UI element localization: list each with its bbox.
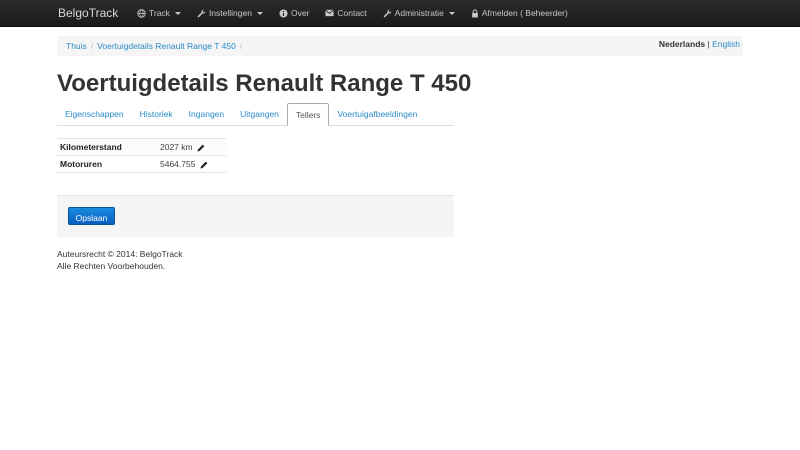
nav-item-label: Administratie <box>394 8 444 18</box>
language-switcher: Nederlands | English <box>659 36 740 56</box>
nav-item-over[interactable]: Over <box>271 0 317 26</box>
footer-rights: Alle Rechten Voorbehouden. <box>57 261 166 271</box>
nav-item-label: Track <box>149 8 170 18</box>
main-nav: Track Instellingen Over Contact Administ… <box>129 0 576 26</box>
save-button[interactable]: Opslaan <box>68 207 115 225</box>
envelope-icon <box>325 9 335 17</box>
breadcrumb-item-vehicle[interactable]: Voertuigdetails Renault Range T 450 <box>97 36 236 56</box>
info-icon <box>279 8 288 18</box>
pencil-icon[interactable] <box>197 144 205 152</box>
tab-eigenschappen[interactable]: Eigenschappen <box>57 103 132 125</box>
page-title: Voertuigdetails Renault Range T 450 <box>57 70 472 97</box>
nav-item-label: Contact <box>337 8 367 18</box>
nav-item-contact[interactable]: Contact <box>317 0 374 26</box>
nav-item-label: Afmelden ( Beheerder) <box>481 8 568 18</box>
breadcrumb-separator: / <box>239 41 243 51</box>
tab-historiek[interactable]: Historiek <box>132 103 181 125</box>
caret-down-icon <box>448 11 455 15</box>
caret-down-icon <box>174 11 181 15</box>
nav-item-instellingen[interactable]: Instellingen <box>189 0 271 26</box>
breadcrumb-item-home[interactable]: Thuis <box>66 36 87 56</box>
language-divider: | <box>707 39 710 49</box>
tab-uitgangen[interactable]: Uitgangen <box>232 103 287 125</box>
footer: Auteursrecht © 2014: BelgoTrack Alle Rec… <box>57 248 182 272</box>
tab-tellers[interactable]: Tellers <box>286 103 330 126</box>
language-active: Nederlands <box>658 39 706 49</box>
breadcrumb: Thuis / Voertuigdetails Renault Range T … <box>66 36 242 56</box>
counters-table: Kilometerstand 2027 km Motoruren 5464.75… <box>57 138 227 173</box>
nav-item-afmelden[interactable]: Afmelden ( Beheerder) <box>463 0 576 26</box>
footer-copyright: Auteursrecht © 2014: BelgoTrack <box>57 249 183 259</box>
wrench-icon <box>197 9 206 17</box>
nav-item-label: Instellingen <box>208 8 252 18</box>
nav-item-label: Over <box>290 8 310 18</box>
counter-value-cell: 5464.755 <box>157 155 227 173</box>
pencil-icon[interactable] <box>200 161 208 169</box>
counter-value-cell: 2027 km <box>157 138 227 156</box>
tab-bar: Eigenschappen Historiek Ingangen Uitgang… <box>57 103 454 126</box>
globe-icon <box>137 8 146 18</box>
wrench-icon <box>383 9 391 17</box>
nav-item-track[interactable]: Track <box>129 0 189 26</box>
caret-down-icon <box>256 11 263 15</box>
lock-icon <box>471 8 478 18</box>
brand-logo[interactable]: BelgoTrack <box>58 0 118 26</box>
counter-value: 2027 km <box>160 142 193 152</box>
tab-ingangen[interactable]: Ingangen <box>181 103 232 125</box>
counter-label: Motoruren <box>57 155 157 173</box>
language-english-link[interactable]: English <box>712 39 740 49</box>
counter-label: Kilometerstand <box>57 138 157 156</box>
counter-value: 5464.755 <box>160 159 196 169</box>
table-row: Kilometerstand 2027 km <box>57 138 227 156</box>
top-navbar: BelgoTrack Track Instellingen Over Conta… <box>0 0 800 27</box>
nav-item-administratie[interactable]: Administratie <box>375 0 463 26</box>
breadcrumb-bar: Thuis / Voertuigdetails Renault Range T … <box>57 36 743 56</box>
tab-voertuigafbeeldingen[interactable]: Voertuigafbeeldingen <box>329 103 425 125</box>
form-actions: Opslaan <box>57 195 454 237</box>
breadcrumb-separator: / <box>90 41 94 51</box>
table-row: Motoruren 5464.755 <box>57 155 227 173</box>
